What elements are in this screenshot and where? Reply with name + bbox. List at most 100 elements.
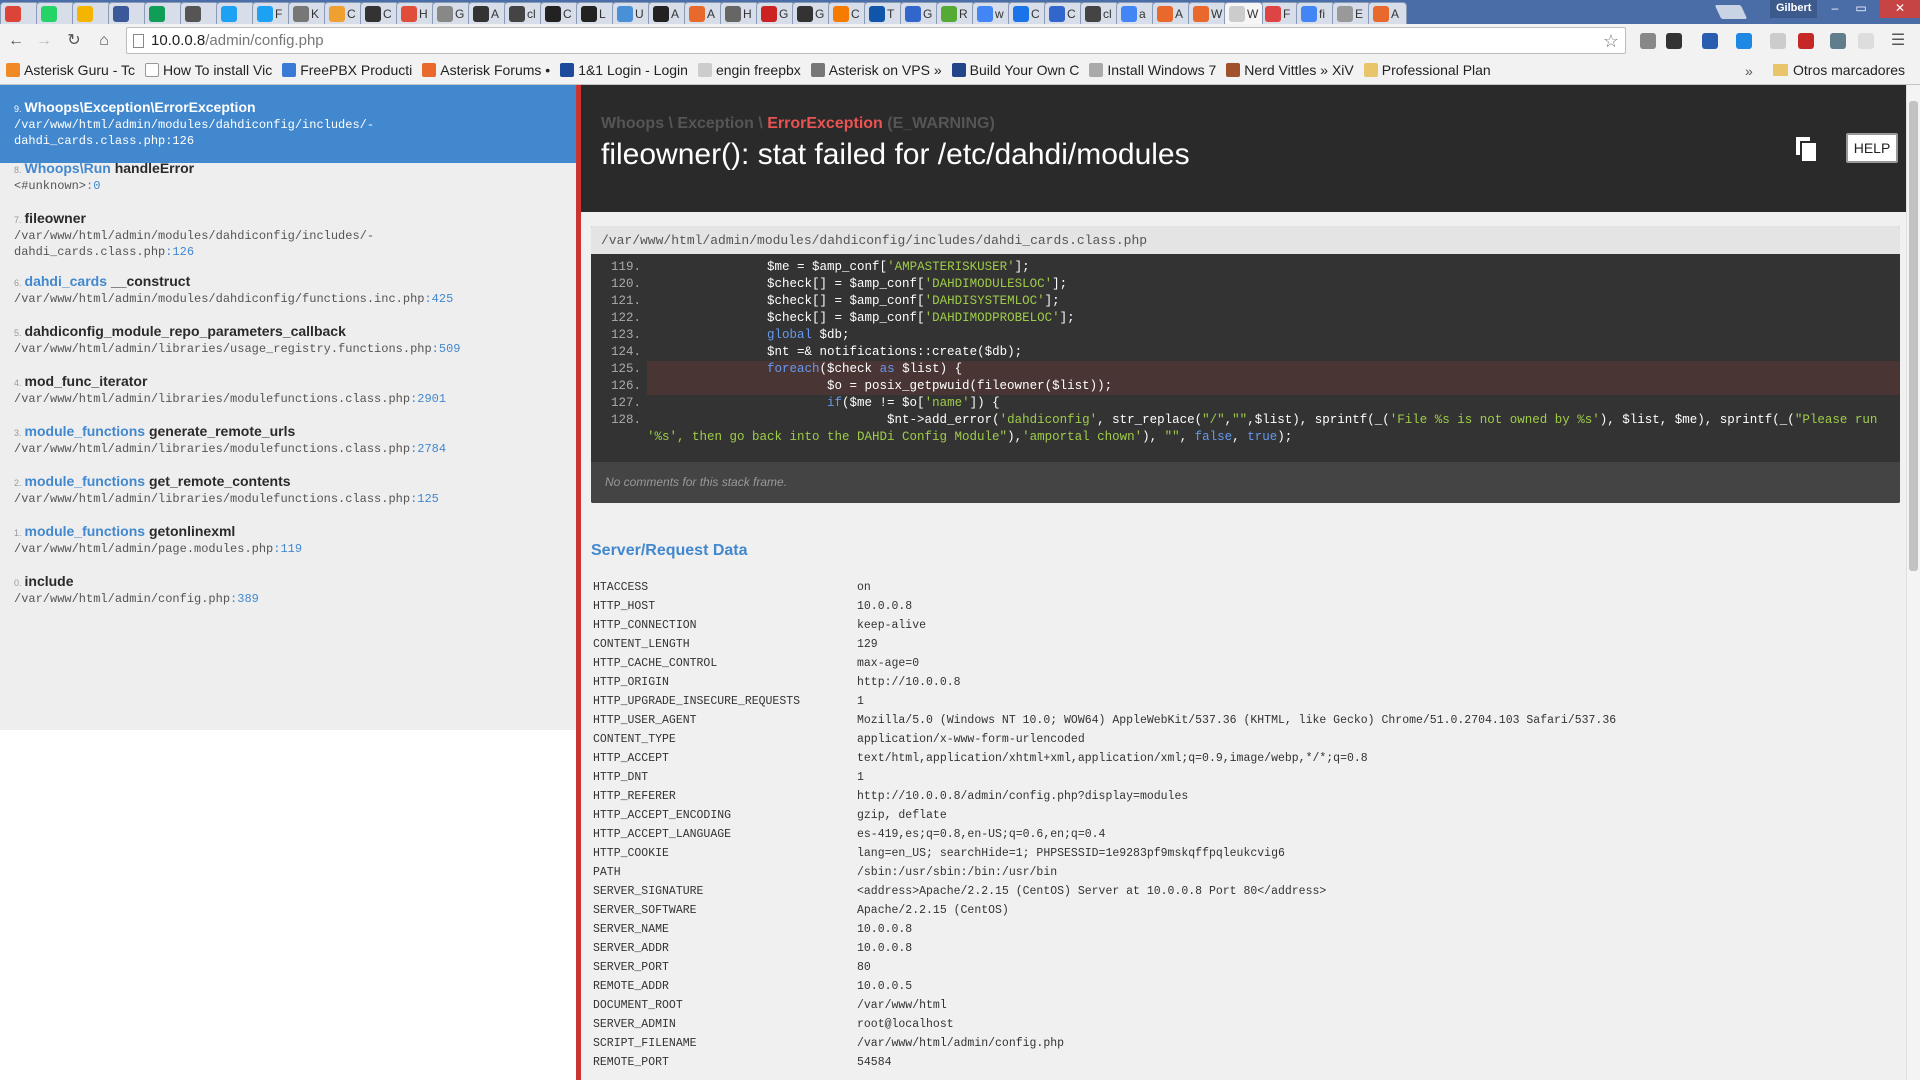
- browser-tab[interactable]: [180, 2, 219, 24]
- bookmark-item[interactable]: Install Windows 7: [1089, 62, 1216, 78]
- frame-function: include: [24, 573, 74, 589]
- browser-tab[interactable]: R: [936, 2, 975, 24]
- browser-tab[interactable]: G: [900, 2, 939, 24]
- code-line: 126. $o = posix_getpwuid(fileowner($list…: [591, 378, 1900, 395]
- frame-line-number: :125: [410, 492, 439, 506]
- bookmarks-overflow-button[interactable]: »: [1745, 63, 1753, 79]
- frame-signature: 6. dahdi_cards __construct: [14, 273, 562, 289]
- browser-tab[interactable]: cl: [1080, 2, 1119, 24]
- browser-tab[interactable]: C: [828, 2, 867, 24]
- browser-tab[interactable]: [108, 2, 147, 24]
- close-window-icon[interactable]: ✕: [1880, 0, 1920, 18]
- browser-tab[interactable]: C: [1044, 2, 1083, 24]
- browser-tab[interactable]: [72, 2, 111, 24]
- download-extension-icon[interactable]: [1830, 33, 1846, 49]
- browser-tab[interactable]: W: [1224, 2, 1263, 24]
- bookmark-item[interactable]: Nerd Vittles » XiV: [1226, 62, 1354, 78]
- bookmark-favicon-icon: [1363, 63, 1378, 77]
- browser-tab[interactable]: A: [1368, 2, 1407, 24]
- browser-tab[interactable]: F: [252, 2, 291, 24]
- bookmark-item[interactable]: Professional Plan: [1363, 62, 1491, 78]
- browser-tab[interactable]: fi: [1296, 2, 1335, 24]
- browser-tab[interactable]: C: [324, 2, 363, 24]
- bookmark-item[interactable]: How To install Vic: [145, 62, 272, 78]
- page-scrollbar[interactable]: [1906, 85, 1920, 1080]
- frame-signature: 3. module_functions generate_remote_urls: [14, 423, 562, 439]
- profile-button[interactable]: Gilbert: [1770, 0, 1818, 18]
- browser-tab[interactable]: W: [1188, 2, 1227, 24]
- browser-tab[interactable]: A: [1152, 2, 1191, 24]
- browser-tab[interactable]: [144, 2, 183, 24]
- browser-tab[interactable]: F: [1260, 2, 1299, 24]
- address-bar[interactable]: 10.0.0.8/admin/config.php ☆: [126, 27, 1626, 54]
- browser-tab[interactable]: A: [468, 2, 507, 24]
- frame-line-number: :425: [424, 292, 454, 306]
- bookmark-item[interactable]: Asterisk on VPS »: [810, 62, 942, 78]
- browser-tab[interactable]: H: [720, 2, 759, 24]
- browser-tab[interactable]: [216, 2, 255, 24]
- minimize-icon[interactable]: –: [1822, 0, 1848, 18]
- copy-clipboard-icon[interactable]: [1790, 135, 1818, 163]
- browser-tab[interactable]: G: [432, 2, 471, 24]
- frame-line-number: :389: [230, 592, 259, 606]
- browser-tab[interactable]: a: [1116, 2, 1155, 24]
- browser-tab[interactable]: A: [648, 2, 687, 24]
- browser-tab[interactable]: C: [540, 2, 579, 24]
- browser-tab[interactable]: A: [684, 2, 723, 24]
- browser-tab[interactable]: K: [288, 2, 327, 24]
- new-tab-button[interactable]: [1714, 5, 1748, 19]
- back-arrow-icon[interactable]: ←: [6, 31, 26, 51]
- forward-arrow-icon[interactable]: →: [34, 31, 54, 51]
- browser-tab[interactable]: E: [1332, 2, 1371, 24]
- bookmark-item[interactable]: 1&1 Login - Login: [560, 62, 688, 78]
- reload-icon[interactable]: ↻: [64, 31, 84, 51]
- other-bookmarks-folder[interactable]: Otros marcadores: [1773, 62, 1905, 78]
- bookmark-extension-icon[interactable]: [1770, 33, 1786, 49]
- browser-tab[interactable]: L: [576, 2, 615, 24]
- cast-icon[interactable]: [1640, 33, 1656, 49]
- browser-tab[interactable]: G: [792, 2, 831, 24]
- browser-tab[interactable]: U: [612, 2, 651, 24]
- help-button[interactable]: HELP: [1846, 133, 1898, 163]
- browser-tab[interactable]: [0, 2, 39, 24]
- tab-title: C: [851, 6, 860, 21]
- bookmark-item[interactable]: Build Your Own C: [951, 62, 1079, 78]
- vpn-extension-icon[interactable]: [1736, 33, 1752, 49]
- bookmark-star-icon[interactable]: ☆: [1603, 31, 1619, 52]
- browser-tab[interactable]: G: [756, 2, 795, 24]
- tab-title: fi: [1319, 6, 1325, 21]
- browser-tab[interactable]: T: [864, 2, 903, 24]
- tab-title: cl: [1103, 6, 1112, 21]
- tab-favicon-icon: [1121, 5, 1137, 22]
- bookmark-item[interactable]: Asterisk Forums •: [422, 62, 550, 78]
- tab-title: A: [491, 6, 500, 21]
- stack-frame[interactable]: 0. include/var/www/html/admin/config.php:…: [0, 559, 576, 619]
- browser-tab[interactable]: C: [360, 2, 399, 24]
- bookmark-item[interactable]: engin freepbx: [697, 62, 801, 78]
- bookmark-label: 1&1 Login - Login: [578, 62, 688, 78]
- bookmark-item[interactable]: FreePBX Producti: [282, 62, 412, 78]
- maximize-icon[interactable]: ▭: [1848, 0, 1874, 18]
- bookmark-item[interactable]: Asterisk Guru - Tc: [6, 62, 135, 78]
- code-line-number: 124.: [610, 345, 641, 359]
- server-data-value: 129: [857, 638, 878, 651]
- menu-icon[interactable]: ☰: [1890, 33, 1906, 49]
- server-data-value: 1: [857, 695, 864, 708]
- home-icon[interactable]: ⌂: [94, 31, 114, 51]
- tab-favicon-icon: [1193, 5, 1209, 22]
- browser-tab[interactable]: C: [1008, 2, 1047, 24]
- server-data-key: HTTP_HOST: [593, 600, 656, 613]
- disabled-extension-icon[interactable]: [1858, 33, 1874, 49]
- browser-tab[interactable]: cl: [504, 2, 543, 24]
- incognito-extension-icon[interactable]: [1666, 33, 1682, 49]
- browser-tab[interactable]: [36, 2, 75, 24]
- browser-tab[interactable]: H: [396, 2, 435, 24]
- ublock-icon[interactable]: [1798, 33, 1814, 49]
- browser-tab[interactable]: w: [972, 2, 1011, 24]
- stack-frame[interactable]: 7. fileowner/var/www/html/admin/modules/d…: [0, 196, 576, 259]
- server-data-value: 10.0.0.8: [857, 923, 913, 936]
- cloud-extension-icon[interactable]: [1702, 33, 1718, 49]
- url-text[interactable]: 10.0.0.8/admin/config.php: [151, 32, 324, 49]
- server-data-row: PATH/sbin:/usr/sbin:/bin:/usr/bin: [593, 863, 1893, 882]
- scrollbar-thumb[interactable]: [1909, 101, 1918, 571]
